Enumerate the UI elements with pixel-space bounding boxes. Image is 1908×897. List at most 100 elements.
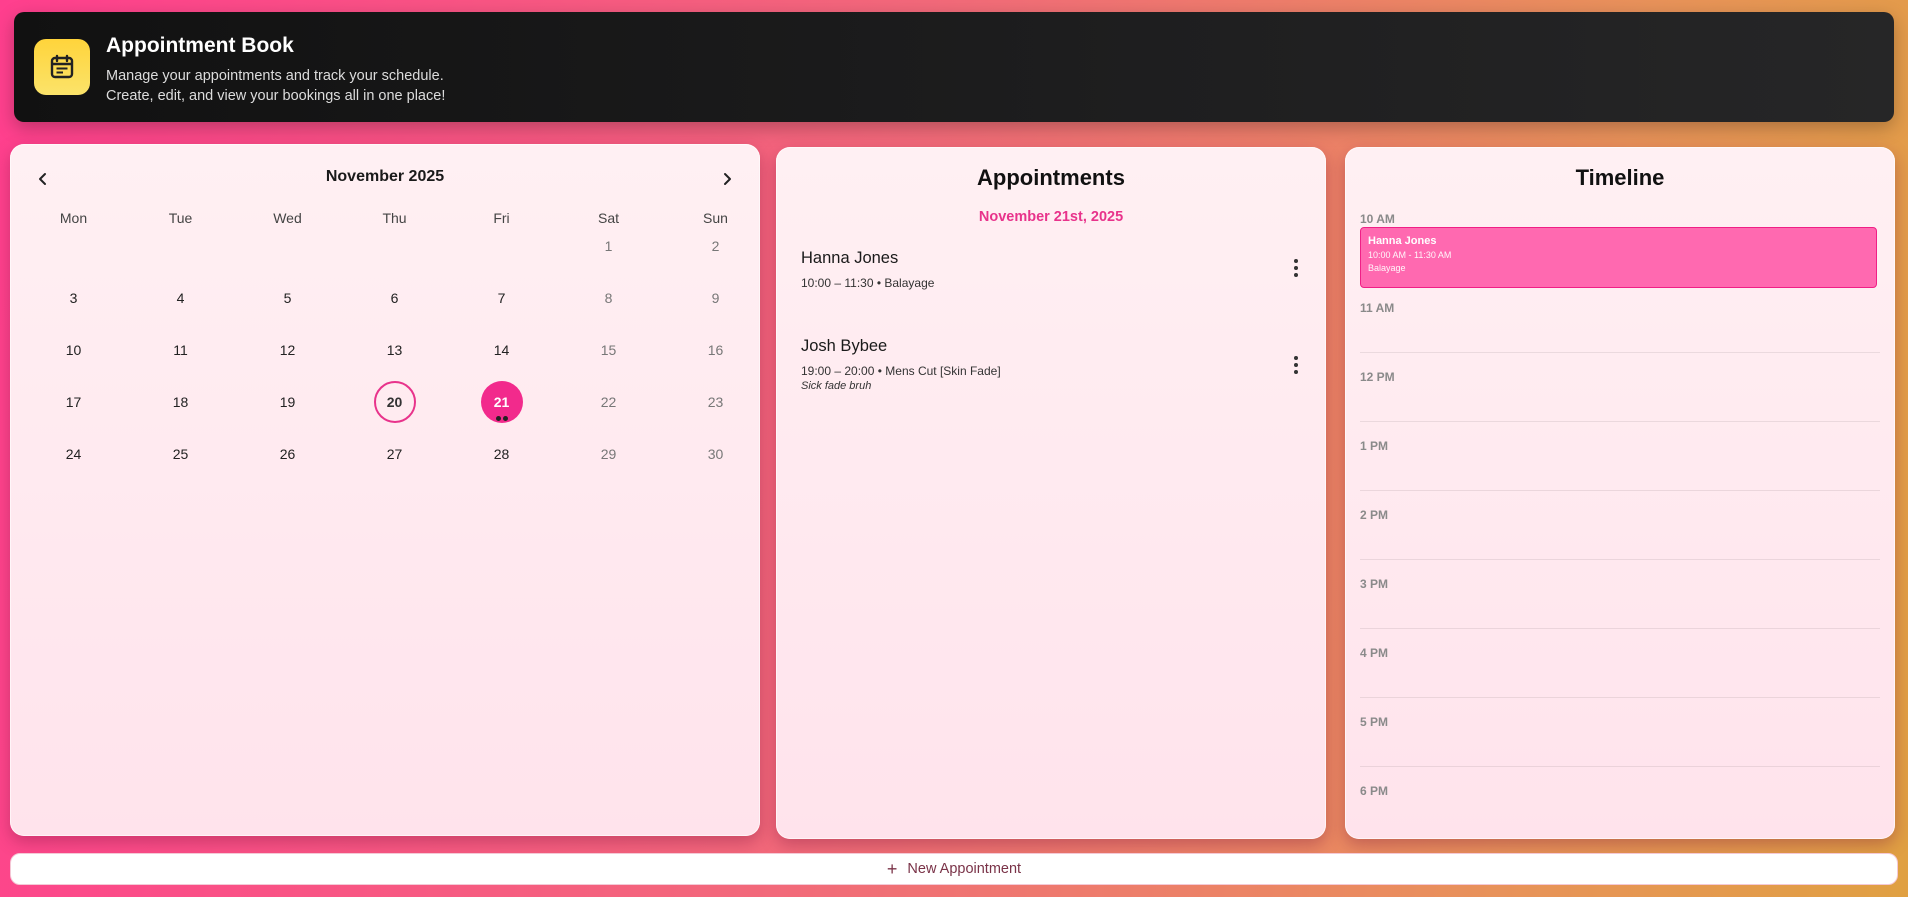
- hour-divider: [1360, 766, 1880, 767]
- app-subtitle: Manage your appointments and track your …: [106, 68, 444, 84]
- calendar-day-number: 12: [279, 342, 296, 358]
- event-time: 10:00 AM - 11:30 AM: [1368, 250, 1452, 260]
- calendar-day[interactable]: 23: [695, 381, 737, 423]
- weekday-label: Sun: [703, 210, 728, 226]
- calendar-day[interactable]: 25: [160, 433, 202, 475]
- appointment-note: Sick fade bruh: [801, 380, 872, 392]
- chevron-right-icon: [724, 173, 731, 185]
- next-month-button[interactable]: [712, 164, 742, 194]
- kebab-dot-icon: [1294, 363, 1298, 367]
- calendar-day[interactable]: 5: [267, 277, 309, 319]
- timeline-title: Timeline: [1575, 165, 1665, 190]
- calendar-day[interactable]: 18: [160, 381, 202, 423]
- calendar-day[interactable]: 30: [695, 433, 737, 475]
- calendar-day[interactable]: 6: [374, 277, 416, 319]
- hour-label: 10 AM: [1360, 212, 1395, 226]
- calendar-day[interactable]: 24: [53, 433, 95, 475]
- calendar-day[interactable]: 3: [53, 277, 95, 319]
- appointment-client-name: Josh Bybee: [801, 337, 888, 355]
- calendar-day[interactable]: 8: [588, 277, 630, 319]
- hour-label: 6 PM: [1360, 784, 1389, 798]
- calendar-day-number: 2: [711, 238, 720, 254]
- calendar-day-number: 27: [386, 446, 403, 462]
- calendar-day-number: 1: [604, 238, 613, 254]
- weekday-header: Mon Tue Wed Thu Fri Sat Sun: [20, 210, 770, 230]
- calendar-day[interactable]: 15: [588, 329, 630, 371]
- hour-divider: [1360, 352, 1880, 353]
- hour-label: 12 PM: [1360, 370, 1395, 384]
- calendar-day-number: 11: [173, 342, 188, 358]
- new-appointment-button[interactable]: + New Appointment: [10, 853, 1898, 885]
- calendar-day[interactable]: 10: [53, 329, 95, 371]
- hour-divider: [1360, 697, 1880, 698]
- hour-divider: [1360, 628, 1880, 629]
- appointment-item[interactable]: Josh Bybee 19:00 – 20:00 • Mens Cut [Ski…: [801, 337, 1301, 392]
- calendar-day-number: 7: [497, 290, 506, 306]
- calendar-day-number: 3: [69, 290, 78, 306]
- calendar-day-number: 17: [65, 394, 82, 410]
- calendar-day[interactable]: 11: [160, 329, 202, 371]
- appointment-menu-button[interactable]: [1286, 353, 1306, 377]
- timeline-panel: Timeline 10 AM 11 AM 12 PM 1 PM 2 PM 3 PM 4 PM…: [1345, 147, 1895, 839]
- calendar-day[interactable]: 29: [588, 433, 630, 475]
- calendar-day[interactable]: 20: [373, 381, 416, 423]
- weekday-label: Tue: [168, 210, 193, 226]
- appointment-item[interactable]: Hanna Jones 10:00 – 11:30 • Balayage: [801, 249, 1301, 290]
- weekday-label: Thu: [382, 210, 407, 226]
- calendar-day[interactable]: 26: [267, 433, 309, 475]
- calendar-day-number: 15: [600, 342, 617, 358]
- hour-label: 1 PM: [1360, 439, 1389, 453]
- calendar-day-number: 25: [172, 446, 189, 462]
- calendar-day-number: 6: [390, 290, 399, 306]
- appointment-client-name: Hanna Jones: [801, 249, 899, 267]
- calendar-day-number: 16: [707, 342, 724, 358]
- hour-divider: [1360, 559, 1880, 560]
- calendar-day[interactable]: 17: [53, 381, 95, 423]
- calendar-day[interactable]: 27: [374, 433, 416, 475]
- weekday-label: Fri: [493, 210, 510, 226]
- kebab-dot-icon: [1294, 370, 1298, 374]
- calendar-day-number: 26: [279, 446, 296, 462]
- calendar-day[interactable]: 9: [695, 277, 737, 319]
- calendar-day[interactable]: 19: [267, 381, 309, 423]
- hour-divider: [1360, 490, 1880, 491]
- calendar-day[interactable]: 13: [374, 329, 416, 371]
- month-label: November 2025: [325, 168, 445, 185]
- logo: [34, 39, 90, 95]
- kebab-dot-icon: [1294, 356, 1298, 360]
- plus-icon: +: [886, 859, 898, 879]
- calendar-day[interactable]: 12: [267, 329, 309, 371]
- event-service: Balayage: [1368, 263, 1406, 273]
- hour-divider: [1360, 421, 1880, 422]
- calendar-day[interactable]: 16: [695, 329, 737, 371]
- calendar-day[interactable]: 4: [160, 277, 202, 319]
- new-appointment-label: New Appointment: [907, 861, 1022, 877]
- appointment-indicator-icon: [495, 416, 508, 421]
- calendar-day-number: 14: [493, 342, 510, 358]
- calendar-day[interactable]: 14: [481, 329, 523, 371]
- calendar-day-number: 29: [600, 446, 617, 462]
- calendar-day[interactable]: 1: [588, 225, 630, 267]
- weekday-label: Wed: [273, 210, 302, 226]
- weekday-label: Sat: [597, 210, 619, 226]
- hour-label: 3 PM: [1360, 577, 1389, 591]
- calendar-day[interactable]: 21: [480, 381, 523, 423]
- appointments-panel: Appointments November 21st, 2025 Hanna J…: [776, 147, 1326, 839]
- calendar-day-number: 24: [65, 446, 82, 462]
- calendar-day[interactable]: 22: [588, 381, 630, 423]
- app-subtitle-2: Create, edit, and view your bookings all…: [106, 88, 446, 104]
- calendar-note-icon: [50, 54, 74, 79]
- kebab-dot-icon: [1294, 273, 1298, 277]
- app-header: Appointment Book Manage your appointment…: [14, 12, 1894, 122]
- timeline-event[interactable]: Hanna Jones 10:00 AM - 11:30 AM Balayage: [1360, 227, 1877, 288]
- calendar-day[interactable]: 7: [481, 277, 523, 319]
- appointment-menu-button[interactable]: [1286, 256, 1306, 280]
- calendar-day[interactable]: 2: [695, 225, 737, 267]
- calendar-day-number: 28: [493, 446, 510, 462]
- calendar-panel: November 2025 Mon Tue Wed Thu Fri Sat Sun 1234…: [10, 144, 760, 836]
- calendar-day-number: 4: [176, 290, 185, 306]
- hour-label: 2 PM: [1360, 508, 1389, 522]
- app-title: Appointment Book: [106, 34, 294, 57]
- calendar-day-number: 20: [386, 394, 403, 410]
- calendar-day[interactable]: 28: [481, 433, 523, 475]
